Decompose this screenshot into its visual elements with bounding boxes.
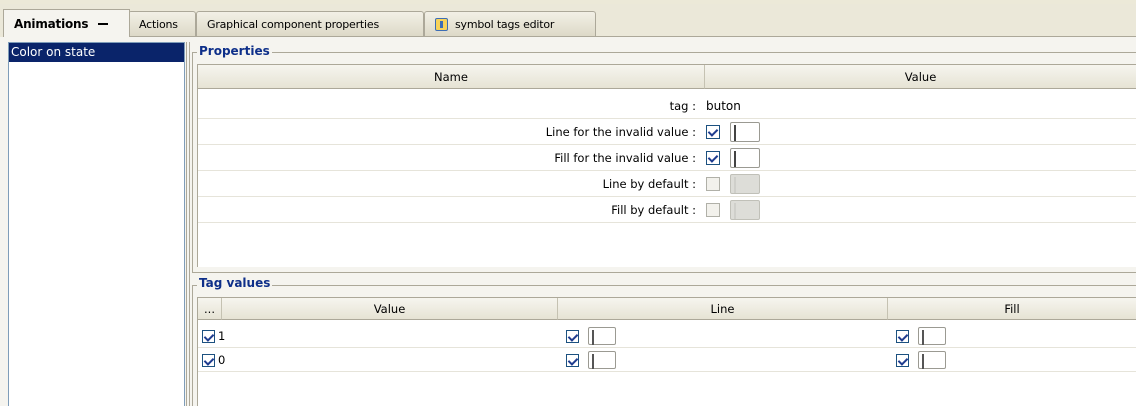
- fill-color-button[interactable]: [918, 351, 946, 369]
- tab-bar: Actions Graphical component properties s…: [0, 0, 1136, 37]
- symbol-tag-icon: [435, 18, 448, 31]
- color-swatch-red: [592, 354, 594, 369]
- color-swatch-gray: [734, 203, 736, 219]
- list-item-color-on-state[interactable]: Color on state: [9, 43, 184, 62]
- property-label: Line for the invalid value :: [545, 125, 696, 139]
- color-swatch-gray: [734, 177, 736, 193]
- tag-values-group-title: Tag values: [197, 276, 273, 290]
- property-label: tag :: [669, 99, 696, 113]
- tag-values-header-fill[interactable]: Fill: [888, 298, 1136, 320]
- tag-values-header-more[interactable]: ...: [198, 298, 222, 320]
- fill-default-color-button[interactable]: [730, 200, 760, 220]
- tab-symbol-tags-editor[interactable]: symbol tags editor: [424, 11, 596, 37]
- fill-color-checkbox[interactable]: [896, 353, 909, 367]
- property-label: Fill by default :: [611, 203, 696, 217]
- property-label: Line by default :: [602, 177, 696, 191]
- line-color-checkbox[interactable]: [566, 353, 579, 367]
- splitter[interactable]: [186, 42, 190, 406]
- tab-graphical-component-properties[interactable]: Graphical component properties: [196, 11, 424, 37]
- fill-color-checkbox[interactable]: [896, 329, 909, 343]
- property-value-tag[interactable]: buton: [706, 93, 741, 119]
- line-invalid-checkbox[interactable]: [706, 125, 720, 139]
- tag-value-row[interactable]: 1: [198, 324, 1136, 348]
- tag-values-header-value[interactable]: Value: [222, 298, 558, 320]
- tag-values-header-line[interactable]: Line: [558, 298, 888, 320]
- color-swatch-red: [922, 354, 924, 369]
- fill-color-button[interactable]: [918, 327, 946, 345]
- property-row-tag[interactable]: tag : buton: [198, 93, 1136, 119]
- tab-animations[interactable]: Animations: [3, 9, 130, 37]
- color-swatch-blue: [734, 151, 736, 167]
- line-color-button[interactable]: [588, 351, 616, 369]
- color-swatch-green: [592, 330, 594, 345]
- tag-value-text[interactable]: 0: [218, 353, 225, 367]
- line-color-button[interactable]: [588, 327, 616, 345]
- color-swatch-blue: [734, 125, 736, 141]
- minimize-icon[interactable]: [98, 22, 109, 25]
- tag-values-group-border-top: [192, 285, 1136, 286]
- properties-header-value[interactable]: Value: [705, 65, 1136, 89]
- tag-value-row[interactable]: 0: [198, 348, 1136, 372]
- tab-graphical-label: Graphical component properties: [207, 18, 379, 31]
- tag-values-group-border-left: [192, 285, 193, 406]
- properties-header-name[interactable]: Name: [198, 65, 705, 89]
- tab-animations-label: Animations: [14, 16, 89, 31]
- property-label: Fill for the invalid value :: [554, 151, 696, 165]
- tag-value-text[interactable]: 1: [218, 329, 225, 343]
- properties-group-border-top: [192, 52, 1136, 53]
- property-row-fill-invalid[interactable]: Fill for the invalid value :: [198, 145, 1136, 171]
- line-color-checkbox[interactable]: [566, 329, 579, 343]
- property-row-line-invalid[interactable]: Line for the invalid value :: [198, 119, 1136, 145]
- tag-values-table: ... Value Line Fill 1 0: [197, 297, 1136, 406]
- properties-table: Name Value tag : buton Line for the inva…: [197, 64, 1136, 267]
- properties-group-border-bottom: [192, 272, 1136, 273]
- tag-value-enabled-checkbox[interactable]: [202, 353, 215, 367]
- tab-symbol-tags-label: symbol tags editor: [455, 18, 555, 31]
- properties-group-border-left: [192, 52, 193, 273]
- tab-bar-baseline: [130, 36, 1136, 37]
- tag-value-enabled-checkbox[interactable]: [202, 329, 215, 343]
- animation-list[interactable]: Color on state: [8, 42, 185, 406]
- line-invalid-color-button[interactable]: [730, 122, 760, 142]
- fill-invalid-color-button[interactable]: [730, 148, 760, 168]
- line-default-checkbox[interactable]: [706, 177, 720, 191]
- property-row-line-default[interactable]: Line by default :: [198, 171, 1136, 197]
- tab-actions-label: Actions: [139, 18, 178, 31]
- color-swatch-green: [922, 330, 924, 345]
- fill-default-checkbox[interactable]: [706, 203, 720, 217]
- tab-actions[interactable]: Actions: [128, 11, 196, 37]
- property-row-fill-default[interactable]: Fill by default :: [198, 197, 1136, 223]
- properties-group-title: Properties: [197, 44, 272, 58]
- fill-invalid-checkbox[interactable]: [706, 151, 720, 165]
- line-default-color-button[interactable]: [730, 174, 760, 194]
